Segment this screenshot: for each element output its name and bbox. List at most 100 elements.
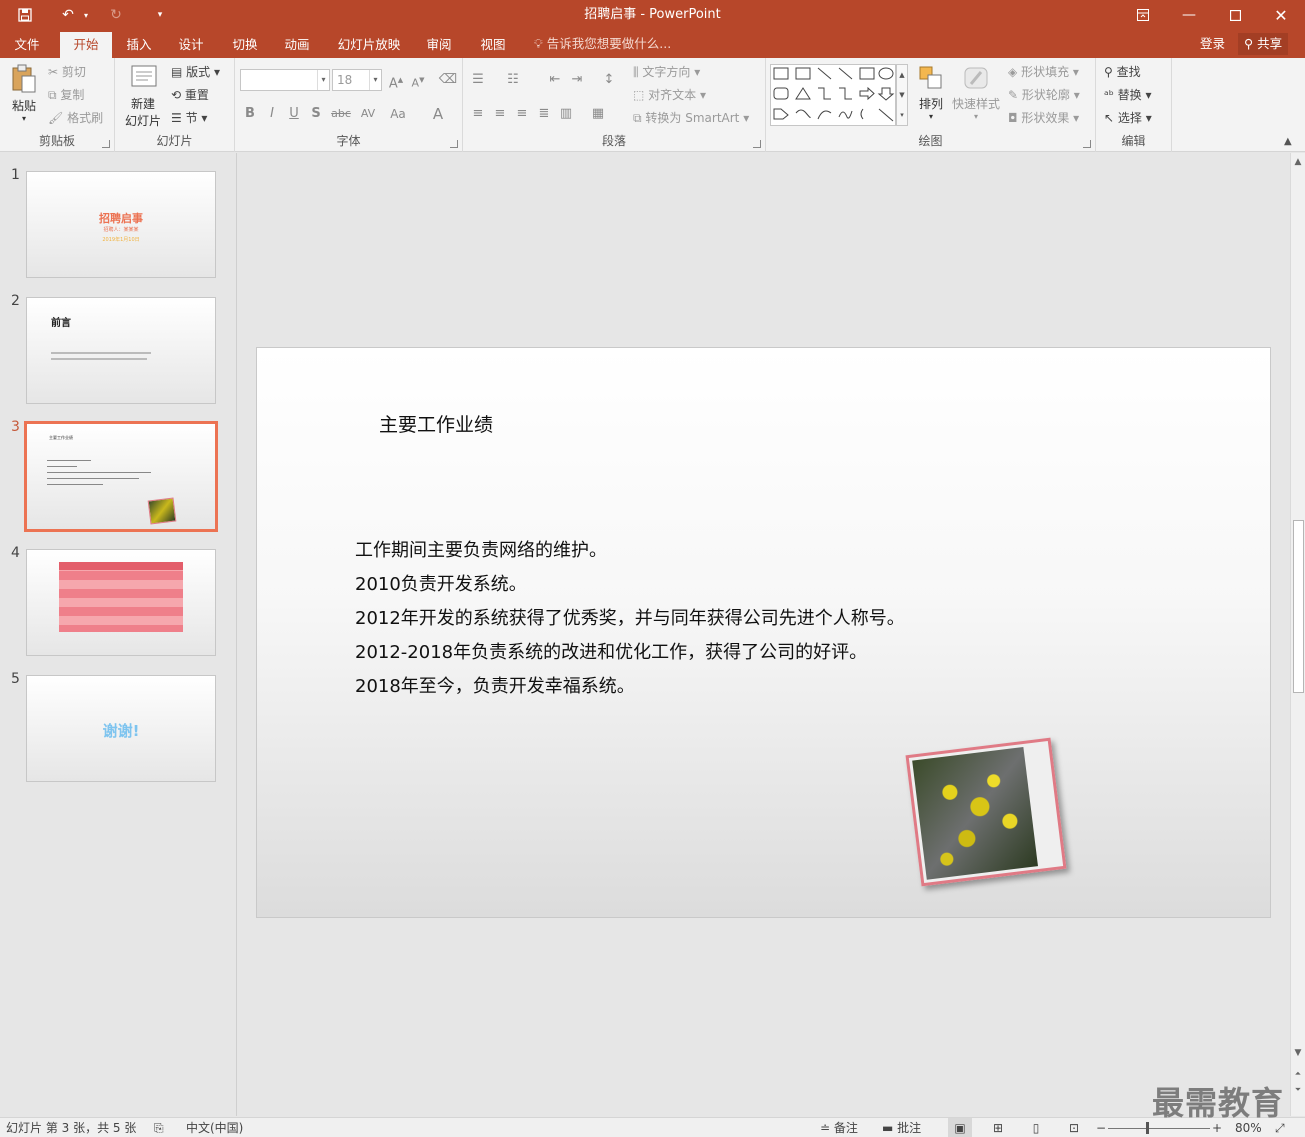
font-launcher-icon[interactable] (450, 140, 458, 148)
save-icon[interactable] (12, 0, 38, 30)
collapse-ribbon-icon[interactable]: ▲ (1284, 136, 1292, 147)
slide-body-text[interactable]: 工作期间主要负责网络的维护。 2010负责开发系统。 2012年开发的系统获得了… (355, 534, 905, 704)
shape-effects-button[interactable]: ◘ 形状效果 ▾ (1008, 108, 1079, 128)
bullets-icon[interactable]: ☰ (468, 69, 488, 91)
strikethrough-button[interactable]: abc (329, 103, 353, 125)
distributed-icon[interactable]: ▥ (556, 103, 576, 125)
numbering-icon[interactable]: ☷ (503, 69, 523, 91)
gallery-scroll-icon[interactable]: ▲ ▼ ▾ (896, 64, 908, 126)
font-size-combo[interactable]: 18 ▾ (332, 69, 382, 91)
slide-thumbnail-4[interactable] (26, 549, 216, 656)
slide-thumbnail-3[interactable]: 主要工作业绩 (24, 421, 218, 532)
minimize-icon[interactable]: — (1166, 0, 1212, 30)
quick-styles-button[interactable]: 快速样式 ▾ (950, 64, 1002, 121)
format-painter-button[interactable]: 🖌︎ 格式刷 (48, 108, 103, 128)
arrange-button[interactable]: 排列 ▾ (914, 64, 948, 121)
thumb-title: 谢谢! (102, 722, 140, 740)
scroll-up-icon[interactable]: ▲ (1291, 155, 1305, 169)
shape-outline-button[interactable]: ✎ 形状轮廓 ▾ (1008, 85, 1080, 105)
shape-fill-button[interactable]: ◈ 形状填充 ▾ (1008, 62, 1079, 82)
undo-dropdown-icon[interactable]: ▾ (80, 0, 92, 30)
ribbon-display-icon[interactable] (1120, 0, 1166, 30)
drawing-launcher-icon[interactable] (1083, 140, 1091, 148)
tab-insert[interactable]: 插入 (118, 32, 160, 58)
tab-view[interactable]: 视图 (472, 32, 514, 58)
shrink-font-icon[interactable]: A▼ (408, 69, 428, 91)
current-slide[interactable]: 主要工作业绩 工作期间主要负责网络的维护。 2010负责开发系统。 2012年开… (256, 347, 1271, 918)
shadow-button[interactable]: S (306, 103, 326, 125)
slide-photo[interactable] (905, 737, 1067, 887)
new-slide-button[interactable]: 新建 幻灯片 (119, 64, 167, 129)
align-right-icon[interactable]: ≡ (512, 103, 532, 125)
align-left-icon[interactable]: ≡ (468, 103, 488, 125)
font-name-combo[interactable]: ▾ (240, 69, 330, 91)
layout-button[interactable]: ▤ 版式 ▾ (171, 62, 220, 82)
tab-design[interactable]: 设计 (170, 32, 212, 58)
shape-effects-label: 形状效果 (1021, 111, 1070, 125)
reset-button[interactable]: ⟲ 重置 (171, 85, 209, 105)
increase-indent-icon[interactable]: ⇥ (567, 69, 587, 91)
share-button[interactable]: ⚲ 共享 (1238, 33, 1289, 55)
clipboard-launcher-icon[interactable] (102, 140, 110, 148)
grow-font-icon[interactable]: A▲ (386, 69, 406, 91)
login-link[interactable]: 登录 (1200, 30, 1225, 58)
language-indicator[interactable]: 中文(中国) (186, 1118, 243, 1137)
align-text-button[interactable]: ⬚ 对齐文本 ▾ (633, 85, 706, 105)
cut-button[interactable]: ✂ 剪切 (48, 62, 86, 82)
normal-view-icon[interactable]: ▣ (948, 1118, 972, 1137)
bold-button[interactable]: B (240, 103, 260, 125)
align-center-icon[interactable]: ≡ (490, 103, 510, 125)
vertical-scrollbar[interactable]: ▲ ▼ ⏶ ⏷ (1290, 153, 1305, 1116)
scrollbar-thumb[interactable] (1293, 520, 1304, 693)
underline-button[interactable]: U (284, 103, 304, 125)
tab-home[interactable]: 开始 (60, 32, 112, 58)
font-color-button[interactable]: A (427, 103, 449, 125)
comments-button[interactable]: ▬ 批注 (882, 1118, 921, 1137)
notes-button[interactable]: ≐ 备注 (820, 1118, 858, 1137)
undo-icon[interactable]: ↶ (56, 0, 80, 30)
find-button[interactable]: ⚲ 查找 (1104, 62, 1141, 82)
paragraph-launcher-icon[interactable] (753, 140, 761, 148)
next-slide-icon[interactable]: ⏷ (1291, 1083, 1305, 1097)
redo-icon[interactable]: ↻ (104, 0, 128, 30)
slideshow-icon[interactable]: ⊡ (1064, 1118, 1084, 1137)
line-spacing-icon[interactable]: ↕ (599, 69, 619, 91)
zoom-out-icon[interactable]: − (1096, 1118, 1106, 1137)
text-direction-button[interactable]: ⫼ 文字方向 ▾ (633, 62, 700, 82)
tab-review[interactable]: 审阅 (418, 32, 460, 58)
tab-animations[interactable]: 动画 (276, 32, 318, 58)
spell-check-icon[interactable]: ⎘ (154, 1118, 164, 1137)
tab-slideshow[interactable]: 幻灯片放映 (332, 32, 406, 58)
select-button[interactable]: ↖ 选择 ▾ (1104, 108, 1152, 128)
slide-thumbnail-1[interactable]: 招聘启事 招聘人：某某某 2019年1月10日 (26, 171, 216, 278)
paste-button[interactable]: 粘贴 ▾ (6, 64, 42, 123)
maximize-icon[interactable] (1212, 0, 1258, 30)
zoom-slider[interactable] (1108, 1128, 1210, 1129)
previous-slide-icon[interactable]: ⏶ (1291, 1067, 1305, 1081)
justify-icon[interactable]: ≣ (534, 103, 554, 125)
change-case-button[interactable]: Aa (385, 103, 411, 125)
columns-icon[interactable]: ▦ (588, 103, 608, 125)
slide-thumbnail-2[interactable]: 前言 (26, 297, 216, 404)
slide-thumbnail-5[interactable]: 谢谢! (26, 675, 216, 782)
italic-button[interactable]: I (262, 103, 282, 125)
clear-format-icon[interactable]: ⌫ (438, 69, 458, 91)
tab-transitions[interactable]: 切换 (224, 32, 266, 58)
replace-button[interactable]: ᵃᵇ 替换 ▾ (1104, 85, 1152, 105)
tell-me-box[interactable]: 💡︎ 告诉我您想要做什么... (534, 30, 671, 58)
zoom-slider-handle[interactable] (1146, 1122, 1150, 1134)
align-text-label: 对齐文本 (648, 88, 697, 102)
close-icon[interactable]: ✕ (1258, 0, 1304, 30)
slide-title[interactable]: 主要工作业绩 (379, 410, 493, 437)
section-button[interactable]: ☰ 节 ▾ (171, 108, 207, 128)
customize-icon[interactable]: ▾ (150, 0, 170, 30)
shapes-gallery[interactable] (770, 64, 896, 126)
smartart-button[interactable]: ⧉ 转换为 SmartArt ▾ (633, 108, 749, 128)
reading-view-icon[interactable]: ▯ (1026, 1118, 1046, 1137)
decrease-indent-icon[interactable]: ⇤ (545, 69, 565, 91)
scroll-down-icon[interactable]: ▼ (1291, 1046, 1305, 1060)
slide-sorter-icon[interactable]: ⊞ (988, 1118, 1008, 1137)
char-spacing-button[interactable]: AV (355, 103, 381, 125)
tab-file[interactable]: 文件 (6, 32, 48, 58)
copy-button[interactable]: ⧉ 复制 (48, 85, 84, 105)
